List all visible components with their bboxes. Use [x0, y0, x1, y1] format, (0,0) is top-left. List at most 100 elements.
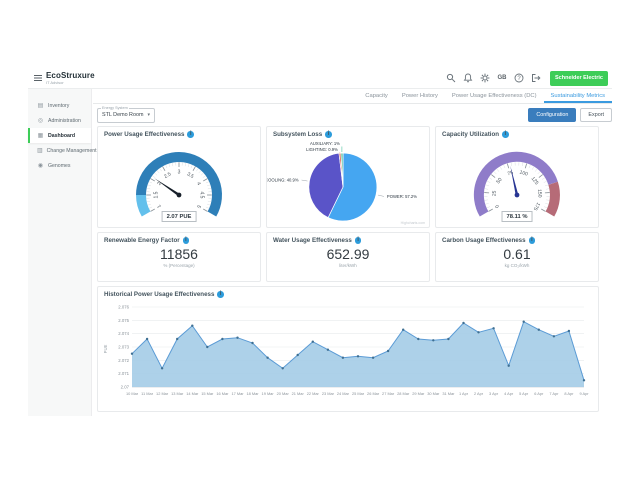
- tab-power-usage-effectiveness-dc-[interactable]: Power Usage Effectiveness (DC): [445, 90, 544, 103]
- card-subsystem-loss: Subsystem Loss POWER: 57.2%COOLING: 40.9…: [266, 126, 430, 228]
- menu-icon[interactable]: [34, 75, 42, 81]
- svg-text:0: 0: [494, 203, 501, 209]
- schneider-brand-button[interactable]: Schneider Electric: [550, 71, 608, 86]
- dashboard-icon: ▦: [37, 132, 44, 139]
- sidebar-item-genomes[interactable]: ◉ Genomes: [28, 158, 91, 173]
- search-icon[interactable]: [444, 71, 458, 85]
- card-title: Capacity Utilization: [442, 131, 499, 138]
- info-icon[interactable]: [325, 131, 332, 138]
- svg-text:2 Apr: 2 Apr: [474, 391, 484, 396]
- sidebar-item-inventory[interactable]: ▤Inventory: [28, 98, 91, 113]
- svg-text:PUE: PUE: [103, 344, 108, 353]
- svg-text:4: 4: [195, 181, 202, 187]
- svg-text:10 Mar: 10 Mar: [126, 391, 139, 396]
- svg-text:2.074: 2.074: [118, 331, 129, 336]
- info-icon[interactable]: [502, 131, 509, 138]
- svg-text:?: ?: [517, 76, 521, 82]
- svg-text:4.5: 4.5: [198, 192, 204, 199]
- svg-text:12 Mar: 12 Mar: [156, 391, 169, 396]
- svg-text:125: 125: [530, 176, 540, 186]
- svg-text:20 Mar: 20 Mar: [277, 391, 290, 396]
- svg-text:5: 5: [195, 204, 202, 210]
- card-historical-pue: Historical Power Usage Effectiveness 2.0…: [97, 286, 599, 412]
- svg-text:3.5: 3.5: [186, 171, 195, 180]
- svg-text:3 Apr: 3 Apr: [489, 391, 499, 396]
- svg-text:9 Apr: 9 Apr: [579, 391, 589, 396]
- svg-text:22 Mar: 22 Mar: [307, 391, 320, 396]
- historical-pue-area-chart: 2.072.0712.0722.0732.0742.0752.07610 Mar…: [98, 299, 598, 409]
- svg-text:27 Mar: 27 Mar: [382, 391, 395, 396]
- sidebar-item-label: Administration: [48, 118, 81, 124]
- svg-text:28 Mar: 28 Mar: [397, 391, 410, 396]
- metric-value: 652.99: [267, 246, 429, 262]
- svg-text:POWER: 57.2%: POWER: 57.2%: [387, 194, 417, 199]
- sidebar-item-administration[interactable]: ◎ Administration: [28, 113, 91, 128]
- svg-text:1: 1: [156, 203, 163, 209]
- help-icon[interactable]: ?: [512, 71, 526, 85]
- pue-gauge-chart: 11.522.533.544.55: [98, 139, 260, 219]
- svg-text:AUXILIARY: 1%: AUXILIARY: 1%: [310, 141, 340, 146]
- change-management-icon: ▥: [37, 147, 43, 154]
- card-carbon-usage-effectiveness: Carbon Usage Effectiveness 0.61 kg CO₂/k…: [435, 232, 599, 282]
- app-logo: EcoStruxure: [46, 72, 95, 80]
- bell-icon[interactable]: [461, 71, 475, 85]
- inventory-icon: ▤: [37, 102, 44, 109]
- metric-value: 11856: [98, 246, 260, 262]
- card-renewable-energy-factor: Renewable Energy Factor 11856 % (Percent…: [97, 232, 261, 282]
- energy-system-label: Energy System: [101, 106, 129, 110]
- gear-icon[interactable]: [478, 71, 492, 85]
- svg-text:18 Mar: 18 Mar: [246, 391, 259, 396]
- energy-system-select[interactable]: Energy System STL Demo Room: [97, 108, 155, 123]
- energy-system-value: STL Demo Room: [102, 112, 143, 118]
- sidebar-item-change-management[interactable]: ▥Change Management: [28, 143, 91, 158]
- info-icon[interactable]: [217, 291, 224, 298]
- tab-sustainability-metrics[interactable]: Sustainability Metrics: [544, 90, 612, 103]
- metric-unit: liter/kWh: [267, 263, 429, 268]
- tab-capacity[interactable]: Capacity: [358, 90, 395, 103]
- card-capacity-utilization: Capacity Utilization 0255075100125150175…: [435, 126, 599, 228]
- metric-unit: % (Percentage): [98, 263, 260, 268]
- svg-text:1 Apr: 1 Apr: [459, 391, 469, 396]
- card-title: Power Usage Effectiveness: [104, 131, 184, 138]
- toolbar: Energy System STL Demo Room Configuratio…: [93, 105, 612, 125]
- card-title: Renewable Energy Factor: [104, 237, 180, 244]
- svg-text:16 Mar: 16 Mar: [216, 391, 229, 396]
- info-icon[interactable]: [183, 237, 190, 244]
- sidebar-item-dashboard[interactable]: ▦Dashboard: [28, 128, 91, 143]
- svg-text:19 Mar: 19 Mar: [262, 391, 275, 396]
- info-icon[interactable]: [355, 237, 362, 244]
- toolbar-buttons: Configuration Export: [528, 108, 612, 122]
- info-icon[interactable]: [529, 237, 536, 244]
- locale-badge[interactable]: GB: [495, 71, 509, 85]
- card-water-usage-effectiveness: Water Usage Effectiveness 652.99 liter/k…: [266, 232, 430, 282]
- info-icon[interactable]: [187, 131, 194, 138]
- sidebar-item-label: Genomes: [48, 163, 71, 169]
- highcharts-credit-link[interactable]: Highcharts.com: [401, 221, 425, 225]
- configuration-button[interactable]: Configuration: [528, 108, 576, 122]
- card-title: Subsystem Loss: [273, 131, 322, 138]
- genomes-icon: ◉: [37, 162, 44, 169]
- metric-value: 0.61: [436, 246, 598, 262]
- svg-text:8 Apr: 8 Apr: [564, 391, 574, 396]
- svg-text:14 Mar: 14 Mar: [186, 391, 199, 396]
- top-bar-actions: GB ? Schneider Electric: [444, 71, 608, 86]
- capacity-value-badge: 78.11 %: [502, 211, 533, 222]
- card-title: Carbon Usage Effectiveness: [442, 237, 526, 244]
- card-title: Historical Power Usage Effectiveness: [104, 291, 214, 298]
- card-power-usage-effectiveness: Power Usage Effectiveness 11.522.533.544…: [97, 126, 261, 228]
- export-button[interactable]: Export: [580, 108, 612, 122]
- logout-icon[interactable]: [529, 71, 543, 85]
- svg-text:30 Mar: 30 Mar: [427, 391, 440, 396]
- administration-icon: ◎: [37, 117, 44, 124]
- svg-text:29 Mar: 29 Mar: [412, 391, 425, 396]
- app-logo-area: EcoStruxure IT Advisor: [34, 72, 95, 85]
- subsystem-loss-pie-chart: POWER: 57.2%COOLING: 40.9%LIGHTING: 0.9%…: [267, 139, 429, 223]
- svg-text:24 Mar: 24 Mar: [337, 391, 350, 396]
- chevron-down-icon: [147, 112, 150, 118]
- svg-text:150: 150: [536, 189, 543, 198]
- svg-text:3: 3: [178, 170, 181, 176]
- svg-text:2.071: 2.071: [118, 371, 129, 376]
- top-bar: EcoStruxure IT Advisor GB ? Schneider El…: [28, 68, 612, 89]
- svg-text:21 Mar: 21 Mar: [292, 391, 305, 396]
- tab-power-history[interactable]: Power History: [395, 90, 445, 103]
